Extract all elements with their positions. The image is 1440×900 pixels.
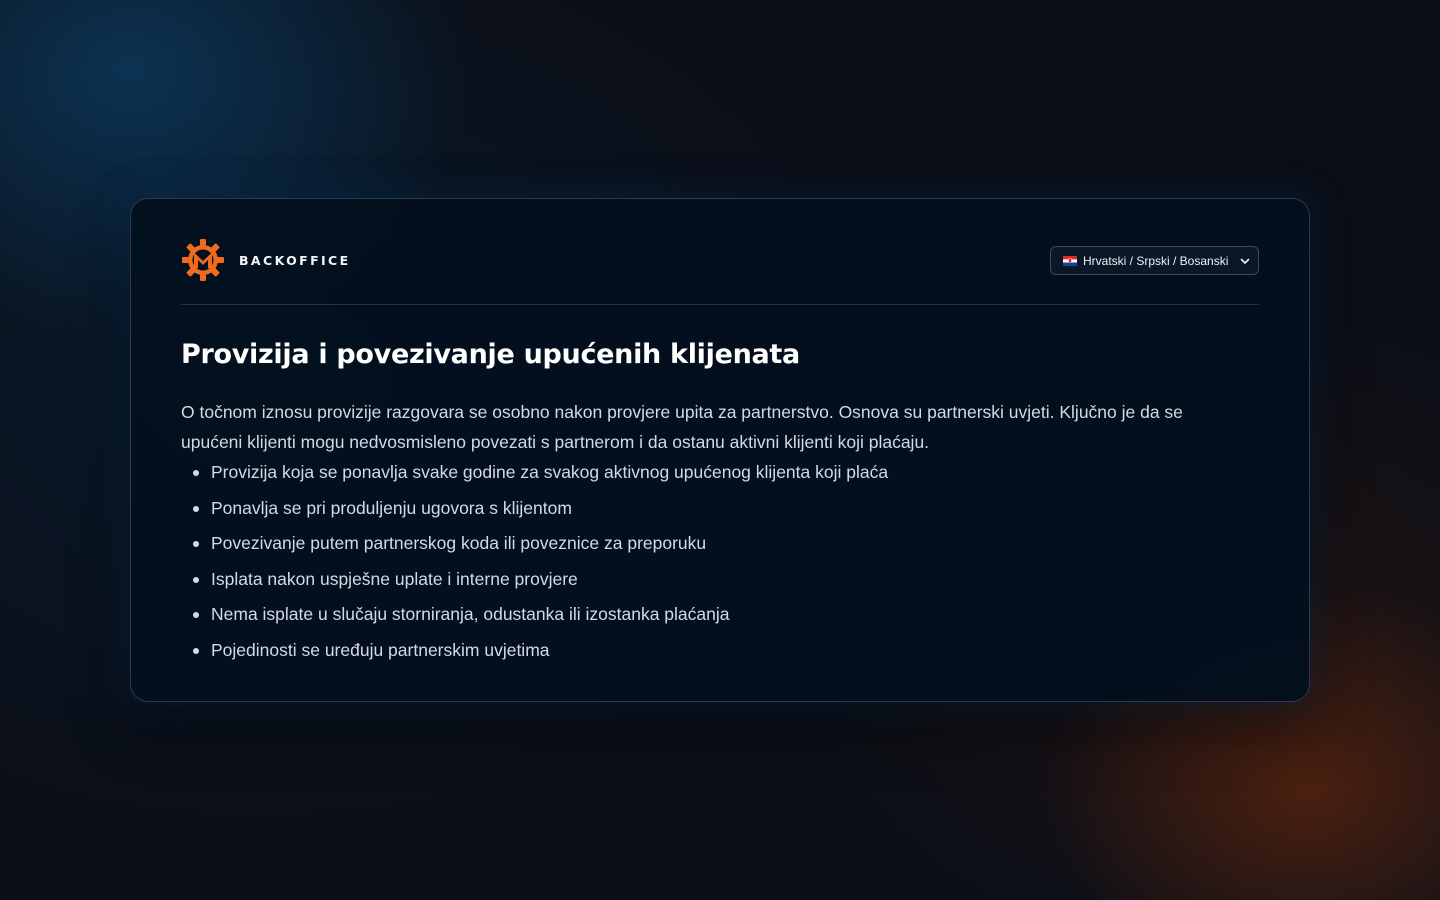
language-select[interactable]: Hrvatski / Srpski / Bosanski bbox=[1050, 246, 1259, 275]
list-item: Povezivanje putem partnerskog koda ili p… bbox=[193, 528, 1259, 558]
list-item: Ponavlja se pri produljenju ugovora s kl… bbox=[193, 493, 1259, 523]
main-content: Provizija i povezivanje upućenih klijena… bbox=[181, 305, 1259, 665]
croatia-flag-icon bbox=[1063, 255, 1077, 266]
benefits-list: Provizija koja se ponavlja svake godine … bbox=[181, 457, 1259, 665]
language-select-value: Hrvatski / Srpski / Bosanski bbox=[1083, 253, 1229, 268]
brand-name: BACKOFFICE bbox=[239, 252, 351, 268]
page-title: Provizija i povezivanje upućenih klijena… bbox=[181, 339, 800, 370]
list-item: Nema isplate u slučaju storniranja, odus… bbox=[193, 599, 1259, 629]
list-item: Pojedinosti se uređuju partnerskim uvjet… bbox=[193, 635, 1259, 665]
content-card: BACKOFFICE Hrvatski / Srpski / Bosanski … bbox=[130, 198, 1310, 702]
card-header: BACKOFFICE Hrvatski / Srpski / Bosanski bbox=[181, 199, 1259, 305]
brand[interactable]: BACKOFFICE bbox=[181, 238, 351, 282]
chevron-down-icon bbox=[1240, 258, 1250, 264]
gear-m-logo-icon bbox=[182, 239, 224, 281]
intro-paragraph: O točnom iznosu provizije razgovara se o… bbox=[181, 402, 1183, 452]
list-item: Provizija koja se ponavlja svake godine … bbox=[193, 457, 1259, 487]
list-item: Isplata nakon uspješne uplate i interne … bbox=[193, 564, 1259, 594]
